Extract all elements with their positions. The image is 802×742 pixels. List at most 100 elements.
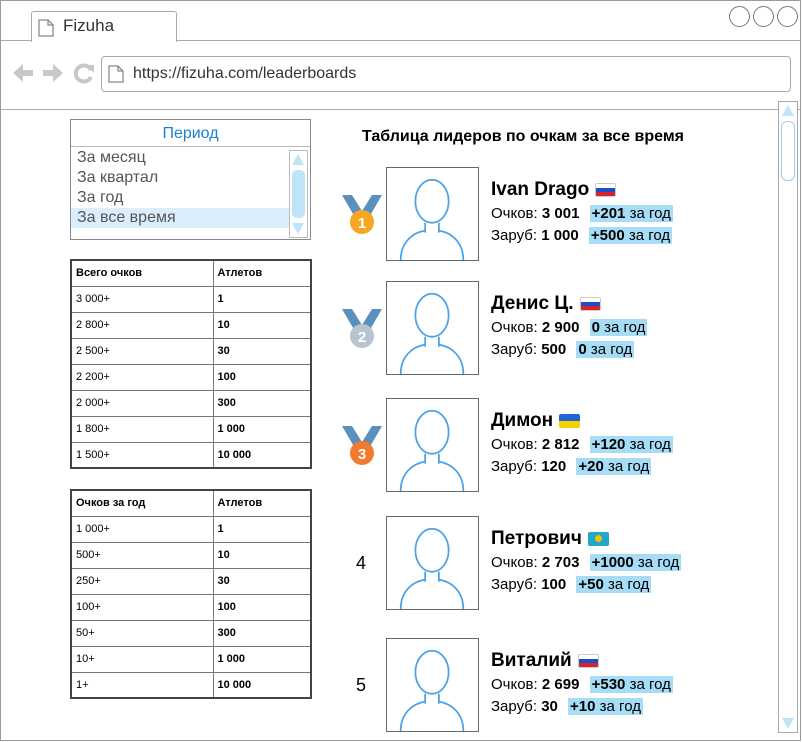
player-name[interactable]: Виталий	[491, 650, 599, 672]
avatar[interactable]	[386, 167, 479, 261]
points-delta-badge: +530 за год	[589, 676, 673, 693]
ukraine-flag-icon	[559, 414, 581, 428]
table-row: 3 000+ 1	[70, 285, 312, 313]
medal-rank-label: 1	[358, 215, 366, 232]
minimize-button[interactable]	[729, 6, 750, 27]
player-name[interactable]: Петрович	[491, 528, 609, 550]
athletes-cell: 100	[212, 593, 312, 621]
table-header-row: Очков за год Атлетов	[70, 489, 312, 517]
avatar[interactable]	[386, 638, 479, 732]
points-line: Очков: 2 900 0 за год	[491, 319, 648, 336]
table-row: 1+ 10 000	[70, 671, 312, 699]
table-row: 250+ 30	[70, 567, 312, 595]
window-controls	[729, 6, 798, 27]
period-option-year[interactable]: За год	[71, 188, 289, 208]
kills-delta-badge: +20 за год	[576, 458, 652, 475]
threshold-cell: 2 800+	[70, 311, 214, 339]
period-option-quarter[interactable]: За квартал	[71, 168, 289, 188]
kills-line: Заруб: 120 +20 за год	[491, 458, 652, 475]
close-button[interactable]	[777, 6, 798, 27]
scroll-down-icon[interactable]	[782, 718, 794, 729]
period-option-month[interactable]: За месяц	[71, 148, 289, 168]
points-line: Очков: 2 812 +120 за год	[491, 436, 673, 453]
forward-arrow-icon[interactable]	[41, 62, 65, 84]
athletes-cell: 10	[212, 541, 312, 569]
points-delta-badge: +201 за год	[589, 205, 673, 222]
threshold-cell: 1 000+	[70, 515, 214, 543]
threshold-cell: 2 200+	[70, 363, 214, 391]
athletes-cell: 30	[212, 567, 312, 595]
avatar[interactable]	[386, 516, 479, 610]
scroll-up-icon[interactable]	[292, 154, 304, 165]
scrollbar-thumb[interactable]	[292, 170, 305, 218]
athletes-cell: 30	[212, 337, 312, 365]
kills-line: Заруб: 500 0 за год	[491, 341, 635, 358]
page-icon	[108, 65, 124, 83]
threshold-cell: 50+	[70, 619, 214, 647]
table-row: 50+ 300	[70, 619, 312, 647]
kills-line: Заруб: 1 000 +500 за год	[491, 227, 673, 244]
table-row: 1 000+ 1	[70, 515, 312, 543]
points-line: Очков: 2 703 +1000 за год	[491, 554, 682, 571]
leaderboard-entry[interactable]: 2 Денис Ц. Очков: 2 900 0 за год Заруб: …	[340, 281, 760, 377]
gold-medal-icon: 1	[342, 195, 382, 234]
table-row: 100+ 100	[70, 593, 312, 621]
medal-rank-label: 3	[358, 446, 366, 463]
table-row: 1 800+ 1 000	[70, 415, 312, 443]
kills-delta-badge: +500 за год	[588, 227, 673, 244]
leaderboard-entry[interactable]: 3 Димон Очков: 2 812 +120 за год Заруб: …	[340, 398, 760, 494]
threshold-cell: 1 800+	[70, 415, 214, 443]
points-line: Очков: 2 699 +530 за год	[491, 676, 673, 693]
threshold-cell: 10+	[70, 645, 214, 673]
leaderboard-entry[interactable]: 5 Виталий Очков: 2 699 +530 за год Заруб…	[340, 638, 760, 734]
scroll-down-icon[interactable]	[292, 223, 304, 234]
athletes-cell: 300	[212, 619, 312, 647]
russia-flag-icon	[595, 183, 617, 197]
page-scrollbar[interactable]	[778, 101, 798, 733]
page-icon	[38, 19, 54, 37]
url-text: https://fizuha.com/leaderboards	[133, 65, 357, 82]
threshold-cell: 100+	[70, 593, 214, 621]
period-scrollbar[interactable]	[289, 150, 308, 238]
scroll-up-icon[interactable]	[782, 105, 794, 116]
leaderboard-entry[interactable]: 4 Петрович Очков: 2 703 +1000 за год Зар…	[340, 516, 760, 612]
column-header: Всего очков	[70, 259, 214, 287]
table-row: 2 200+ 100	[70, 363, 312, 391]
rank-number: 4	[356, 553, 367, 573]
russia-flag-icon	[579, 297, 601, 311]
avatar[interactable]	[386, 398, 479, 492]
browser-tab[interactable]: Fizuha	[31, 11, 177, 42]
points-line: Очков: 3 001 +201 за год	[491, 205, 673, 222]
period-option-all-time[interactable]: За все время	[71, 208, 289, 228]
table-row: 10+ 1 000	[70, 645, 312, 673]
rank-number: 5	[356, 675, 367, 695]
avatar[interactable]	[386, 281, 479, 375]
russia-flag-icon	[577, 654, 599, 668]
player-name[interactable]: Денис Ц.	[491, 293, 601, 315]
kills-delta-badge: +50 за год	[576, 576, 652, 593]
points-delta-badge: +120 за год	[589, 436, 673, 453]
kills-delta-badge: +10 за год	[568, 698, 643, 715]
reload-icon[interactable]	[72, 62, 96, 84]
total-points-table: Всего очков Атлетов 3 000+ 1 2 800+ 10 2 5…	[70, 259, 312, 469]
column-header: Атлетов	[212, 259, 312, 287]
leaderboard-entry[interactable]: 1 Ivan Drago Очков: 3 001 +201 за год За…	[340, 167, 760, 263]
points-delta-badge: 0 за год	[589, 319, 648, 336]
back-arrow-icon[interactable]	[11, 62, 35, 84]
maximize-button[interactable]	[753, 6, 774, 27]
tab-bar: Fizuha	[1, 1, 800, 42]
scrollbar-thumb[interactable]	[781, 121, 795, 181]
athletes-cell: 1	[212, 285, 312, 313]
period-header: Период	[71, 120, 310, 147]
player-name[interactable]: Димон	[491, 410, 581, 432]
kazakhstan-flag-icon	[587, 532, 609, 546]
table-row: 2 800+ 10	[70, 311, 312, 339]
athletes-cell: 10	[212, 311, 312, 339]
points-delta-badge: +1000 за год	[589, 554, 682, 571]
threshold-cell: 2 500+	[70, 337, 214, 365]
address-bar[interactable]: https://fizuha.com/leaderboards	[101, 56, 791, 92]
table-row: 2 500+ 30	[70, 337, 312, 365]
player-name[interactable]: Ivan Drago	[491, 179, 617, 201]
leaderboard-title: Таблица лидеров по очкам за все время	[362, 128, 684, 145]
period-listbox[interactable]: Период За месяц За квартал За год За все…	[70, 119, 311, 240]
